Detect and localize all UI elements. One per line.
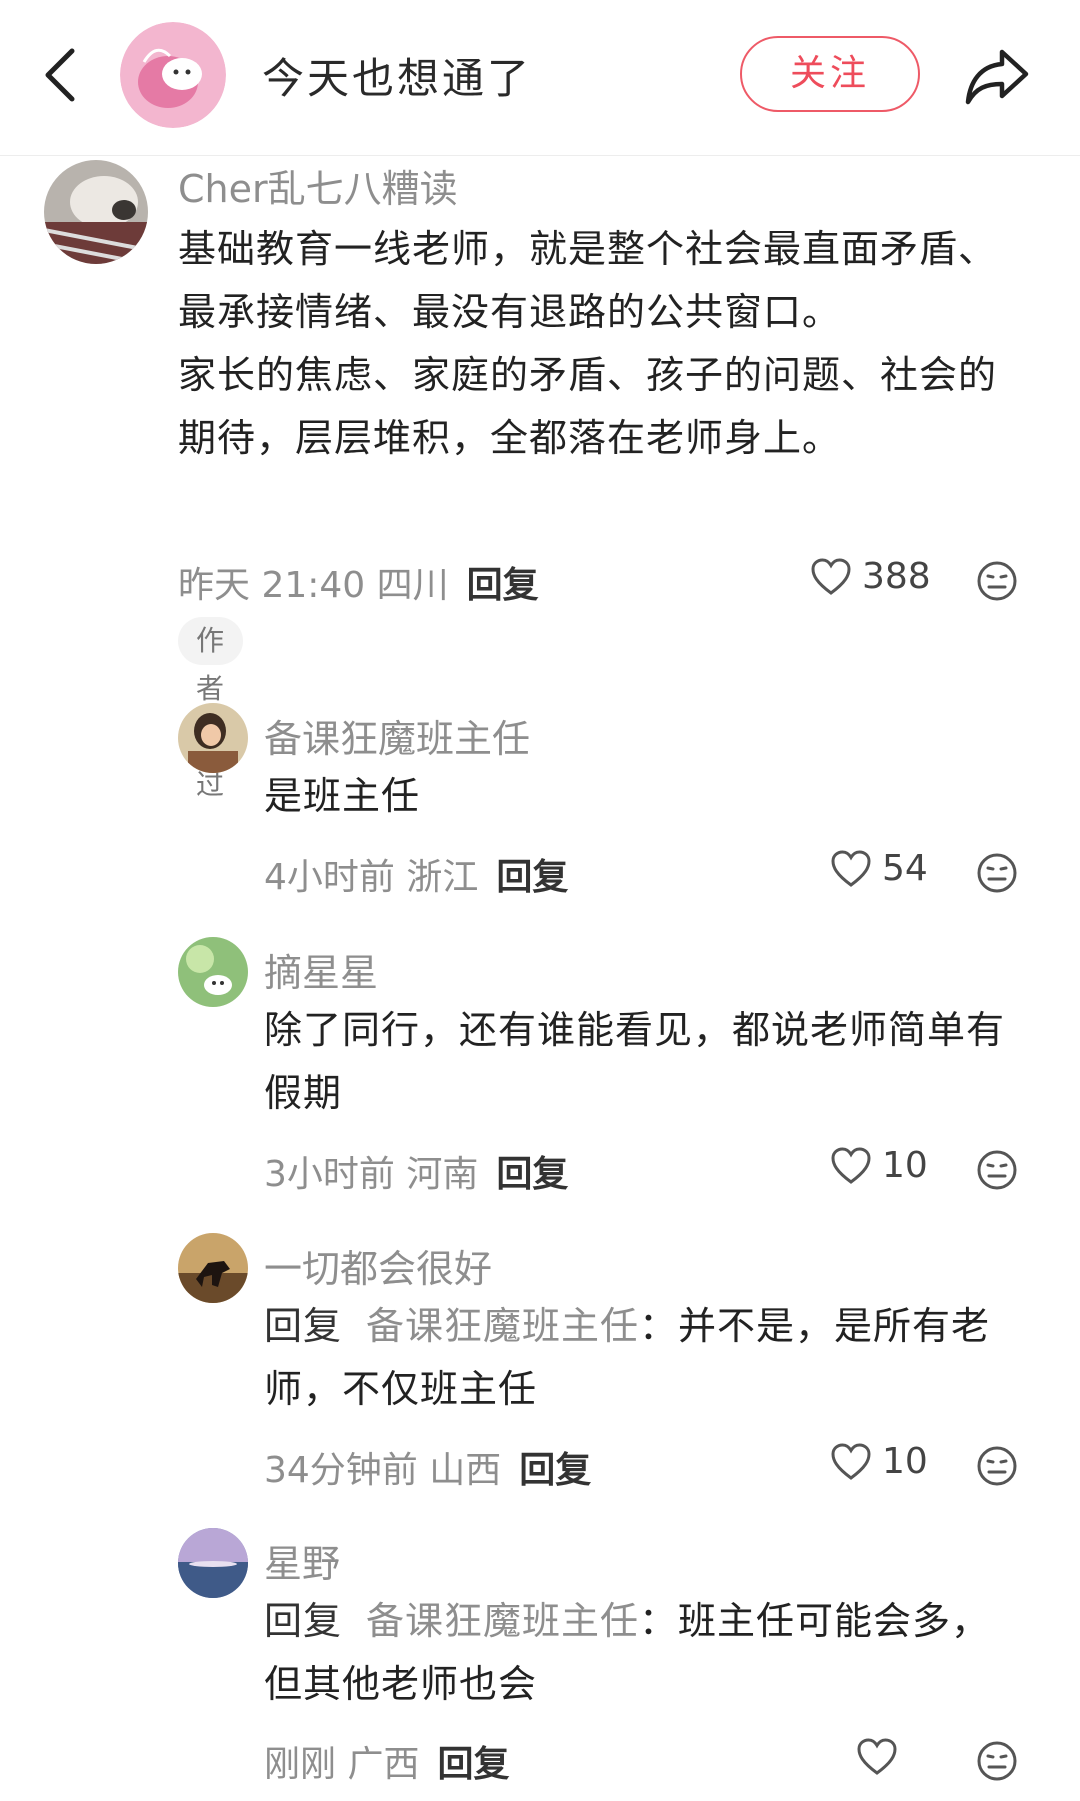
emoji-icon[interactable]: [976, 852, 1018, 894]
reply-line-rest: ：班主任可能会多，: [639, 1599, 991, 1643]
reply-meta: 3小时前 河南 回复: [264, 1145, 568, 1197]
time-location: 3小时前 河南: [264, 1154, 479, 1195]
like-count: 388: [862, 556, 931, 597]
reply-target-name[interactable]: 备课狂魔班主任: [366, 1304, 639, 1348]
reply-prefix: 回复: [264, 1599, 343, 1643]
reply-button[interactable]: 回复: [467, 565, 539, 606]
replier-name[interactable]: 备课狂魔班主任: [264, 708, 530, 763]
back-icon[interactable]: [38, 45, 82, 105]
heart-icon: [831, 849, 871, 887]
replier-avatar[interactable]: [178, 1233, 248, 1303]
like-count: 54: [882, 848, 928, 889]
like-button[interactable]: 10: [830, 1145, 928, 1186]
reply-meta: 刚刚 广西 回复: [264, 1735, 509, 1787]
heart-icon: [811, 557, 851, 595]
like-count: 10: [882, 1145, 928, 1186]
reply-text: 是班主任: [264, 765, 1044, 828]
comment-meta: 昨天 21:40 四川 回复: [178, 556, 539, 608]
reply-line: 回复 备课狂魔班主任：班主任可能会多，: [264, 1590, 1054, 1653]
comment-line: 期待，层层堆积，全都落在老师身上。: [178, 416, 842, 460]
reply-line-rest: ：并不是，是所有老: [639, 1304, 991, 1348]
emoji-icon[interactable]: [976, 1445, 1018, 1487]
replier-avatar[interactable]: [178, 703, 248, 773]
like-button[interactable]: 10: [830, 1441, 928, 1482]
emoji-icon[interactable]: [976, 560, 1018, 602]
reply-line: 是班主任: [264, 774, 421, 818]
replier-name[interactable]: 摘星星: [264, 942, 378, 997]
reply-target-name[interactable]: 备课狂魔班主任: [366, 1599, 639, 1643]
time-location: 34分钟前 山西: [264, 1450, 502, 1491]
reply-button[interactable]: 回复: [496, 857, 568, 898]
reply-button[interactable]: 回复: [496, 1154, 568, 1195]
comment-line: 家长的焦虑、家庭的矛盾、孩子的问题、社会的: [178, 353, 998, 397]
like-button[interactable]: 54: [830, 848, 928, 889]
emoji-icon[interactable]: [976, 1740, 1018, 1782]
comment-line: 基础教育一线老师，就是整个社会最直面矛盾、: [178, 227, 998, 271]
commenter-name[interactable]: Cher乱七八糟读: [178, 158, 458, 213]
heart-icon: [831, 1146, 871, 1184]
reply-line: 假期: [264, 1071, 343, 1115]
replier-name[interactable]: 星野: [264, 1533, 340, 1588]
comment-line: 最承接情绪、最没有退路的公共窗口。: [178, 290, 842, 334]
heart-icon: [831, 1442, 871, 1480]
share-icon[interactable]: [962, 46, 1032, 106]
reply-line: 除了同行，还有谁能看见，都说老师简单有: [264, 1008, 1006, 1052]
reply-line: 师，不仅班主任: [264, 1367, 538, 1411]
reply-line: 但其他老师也会: [264, 1662, 538, 1706]
time-location: 4小时前 浙江: [264, 857, 479, 898]
like-button[interactable]: 388: [810, 556, 931, 597]
replier-name[interactable]: 一切都会很好: [264, 1238, 492, 1293]
follow-button[interactable]: 关注: [740, 36, 920, 112]
time-location: 刚刚 广西: [264, 1744, 420, 1785]
emoji-icon[interactable]: [976, 1149, 1018, 1191]
reply-text: 除了同行，还有谁能看见，都说老师简单有 假期: [264, 999, 1054, 1125]
like-button[interactable]: [856, 1737, 908, 1777]
reply-text: 回复 备课狂魔班主任：班主任可能会多， 但其他老师也会: [264, 1590, 1054, 1716]
comment-text: 基础教育一线老师，就是整个社会最直面矛盾、 最承接情绪、最没有退路的公共窗口。 …: [178, 218, 1058, 470]
author-name[interactable]: 今天也想通了: [262, 45, 532, 106]
reply-meta: 34分钟前 山西 回复: [264, 1441, 591, 1493]
commenter-avatar[interactable]: [44, 160, 148, 264]
like-count: 10: [882, 1441, 928, 1482]
reply-button[interactable]: 回复: [437, 1744, 509, 1785]
reply-prefix: 回复: [264, 1304, 343, 1348]
replier-avatar[interactable]: [178, 1528, 248, 1598]
reply-line: 回复 备课狂魔班主任：并不是，是所有老: [264, 1295, 1054, 1358]
reply-text: 回复 备课狂魔班主任：并不是，是所有老 师，不仅班主任: [264, 1295, 1054, 1421]
top-bar: 今天也想通了 关注: [0, 0, 1080, 156]
heart-icon: [857, 1738, 897, 1775]
author-liked-badge: 作者赞过: [178, 617, 244, 801]
author-avatar[interactable]: [120, 22, 226, 128]
reply-button[interactable]: 回复: [519, 1450, 591, 1491]
time-location: 昨天 21:40 四川: [178, 565, 449, 606]
replier-avatar[interactable]: [178, 937, 248, 1007]
reply-meta: 4小时前 浙江 回复: [264, 848, 568, 900]
